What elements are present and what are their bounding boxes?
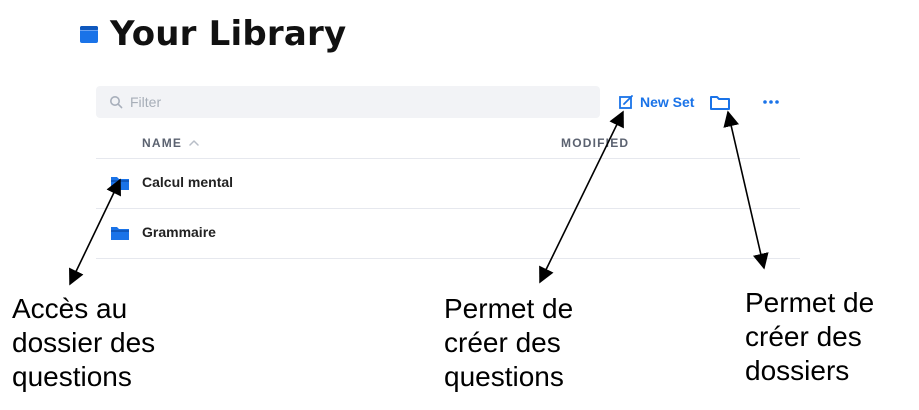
filter-field[interactable]	[96, 86, 600, 118]
library-table: NAME MODIFIED Calcul mental Grammaire	[96, 126, 800, 259]
column-header-modified[interactable]: MODIFIED	[561, 136, 629, 150]
more-icon	[763, 100, 779, 104]
annotation-folder-access: Accès au dossier des questions	[12, 293, 156, 392]
new-folder-button[interactable]	[706, 88, 734, 116]
chevron-up-icon	[188, 137, 200, 149]
new-set-label: New Set	[640, 94, 695, 110]
row-name: Grammaire	[142, 224, 216, 240]
filter-input[interactable]	[130, 94, 570, 110]
page-header: Your Library	[78, 10, 346, 58]
page-title: Your Library	[110, 14, 347, 54]
table-row[interactable]: Grammaire	[96, 209, 800, 259]
column-header-name[interactable]: NAME	[142, 136, 200, 150]
table-header: NAME MODIFIED	[96, 126, 800, 159]
folder-icon	[710, 96, 730, 110]
more-options-button[interactable]	[756, 88, 786, 116]
table-row[interactable]: Calcul mental	[96, 159, 800, 209]
new-set-button[interactable]: New Set	[614, 92, 698, 112]
folder-icon	[110, 225, 130, 241]
search-icon	[108, 94, 124, 110]
annotation-create-folders: Permet de créer des dossiers	[745, 287, 875, 386]
edit-icon	[618, 94, 634, 110]
column-header-name-label: NAME	[142, 136, 183, 150]
row-name: Calcul mental	[142, 174, 234, 190]
book-icon	[78, 23, 100, 45]
library-toolbar: New Set	[614, 88, 698, 116]
annotation-create-questions: Permet de créer des questions	[444, 293, 574, 392]
folder-icon	[110, 175, 130, 191]
